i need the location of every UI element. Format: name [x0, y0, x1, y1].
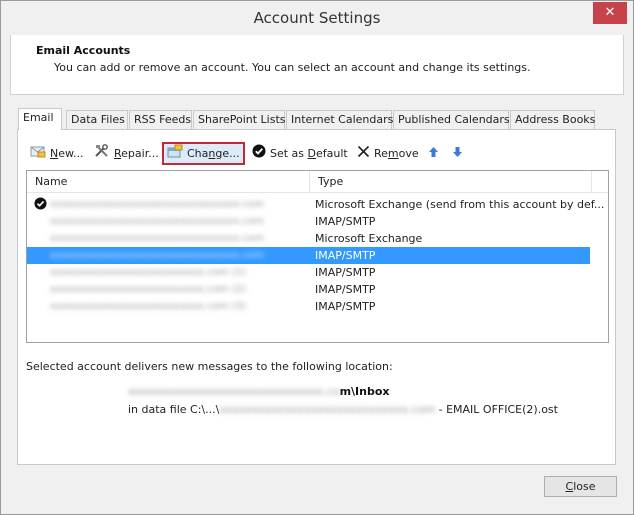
- accounts-list[interactable]: Name Type xxxxxxxxxxxxxxxxxxxxxxxxxxxxxx…: [26, 170, 609, 343]
- new-account-icon: [30, 144, 46, 165]
- tab-internet-calendars[interactable]: Internet Calendars: [286, 110, 393, 129]
- tab-published-calendars[interactable]: Published Calendars: [393, 110, 510, 129]
- list-header: Name Type: [27, 171, 608, 193]
- tab-rss-feeds[interactable]: RSS Feeds: [129, 110, 192, 129]
- account-row[interactable]: xxxxxxxxxxxxxxxxxxxxxxxxxxxxxxxx.com Mic…: [27, 196, 604, 213]
- account-name: xxxxxxxxxxxxxxxxxxxxxxxxxxxxxxxx.com: [50, 216, 264, 227]
- section-description: You can add or remove an account. You ca…: [54, 61, 531, 74]
- account-type: IMAP/SMTP: [315, 266, 376, 279]
- email-tab-panel: New... Repair... Change... Set as Defaul…: [17, 129, 616, 465]
- change-account-icon: [167, 144, 183, 164]
- arrow-up-icon: [428, 144, 439, 165]
- account-type: IMAP/SMTP: [315, 215, 376, 228]
- change-button[interactable]: Change...: [162, 142, 245, 165]
- account-name: xxxxxxxxxxxxxxxxxxxxxxxxxx.com (3): [50, 301, 246, 312]
- repair-button[interactable]: Repair...: [90, 142, 163, 165]
- delivery-location-label: Selected account delivers new messages t…: [26, 360, 393, 373]
- account-name: xxxxxxxxxxxxxxxxxxxxxxxxxxxxxxxx.com: [50, 250, 264, 261]
- account-type: Microsoft Exchange (send from this accou…: [315, 198, 605, 211]
- delivery-data-file: in data file C:\...\xxxxxxxxxxxxxxxxxxxx…: [128, 403, 558, 416]
- account-type: IMAP/SMTP: [315, 283, 376, 296]
- account-name: xxxxxxxxxxxxxxxxxxxxxxxxxxxxxxxx.com: [50, 233, 264, 244]
- account-row[interactable]: xxxxxxxxxxxxxxxxxxxxxxxxxxxxxxxx.com IMA…: [27, 213, 590, 230]
- tab-email[interactable]: Email: [18, 108, 62, 130]
- account-type: IMAP/SMTP: [315, 300, 376, 313]
- section-title: Email Accounts: [36, 44, 131, 57]
- move-down-button[interactable]: [448, 142, 471, 165]
- delivery-data-file-account: xxxxxxxxxxxxxxxxxxxxxxxxxxxxx.com: [219, 403, 436, 416]
- column-header-name[interactable]: Name: [27, 171, 310, 193]
- delivery-folder-account: xxxxxxxxxxxxxxxxxxxxxxxxxxxxxx.co: [128, 385, 340, 398]
- column-header-type[interactable]: Type: [310, 171, 592, 193]
- account-row[interactable]: xxxxxxxxxxxxxxxxxxxxxxxxxx.com (3) IMAP/…: [27, 298, 590, 315]
- close-icon: ✕: [604, 5, 616, 20]
- close-button[interactable]: Close: [544, 476, 617, 497]
- account-name: xxxxxxxxxxxxxxxxxxxxxxxxxx.com (2): [50, 284, 246, 295]
- account-name: xxxxxxxxxxxxxxxxxxxxxxxxxxxxxxxx.com: [50, 199, 264, 210]
- account-type: Microsoft Exchange: [315, 232, 423, 245]
- account-type: IMAP/SMTP: [315, 249, 376, 262]
- delivery-folder: xxxxxxxxxxxxxxxxxxxxxxxxxxxxxx.com\Inbox: [128, 385, 390, 398]
- set-as-default-button[interactable]: Set as Default: [248, 142, 352, 165]
- account-row[interactable]: xxxxxxxxxxxxxxxxxxxxxxxxxx.com (2) IMAP/…: [27, 281, 590, 298]
- tab-data-files[interactable]: Data Files: [66, 110, 128, 129]
- move-up-button[interactable]: [424, 142, 447, 165]
- account-row[interactable]: xxxxxxxxxxxxxxxxxxxxxxxxxxxxxxxx.com Mic…: [27, 230, 590, 247]
- account-row-selected[interactable]: xxxxxxxxxxxxxxxxxxxxxxxxxxxxxxxx.com IMA…: [27, 247, 590, 264]
- account-settings-dialog: Account Settings ✕ Email Accounts You ca…: [0, 0, 634, 515]
- tab-sharepoint-lists[interactable]: SharePoint Lists: [193, 110, 286, 129]
- delivery-folder-inbox: m\Inbox: [339, 385, 390, 398]
- account-row[interactable]: xxxxxxxxxxxxxxxxxxxxxxxxxx.com (1) IMAP/…: [27, 264, 590, 281]
- tools-icon: [94, 143, 110, 165]
- arrow-down-icon: [452, 144, 463, 165]
- account-name: xxxxxxxxxxxxxxxxxxxxxxxxxx.com (1): [50, 267, 246, 278]
- header-panel: Email Accounts You can add or remove an …: [10, 35, 624, 95]
- remove-button[interactable]: Remove: [353, 142, 423, 165]
- check-circle-icon: [252, 144, 266, 165]
- tab-address-books[interactable]: Address Books: [510, 110, 595, 129]
- remove-x-icon: [357, 144, 370, 165]
- dialog-title: Account Settings: [253, 9, 381, 27]
- close-window-button[interactable]: ✕: [593, 2, 627, 24]
- new-account-button[interactable]: New...: [26, 142, 87, 165]
